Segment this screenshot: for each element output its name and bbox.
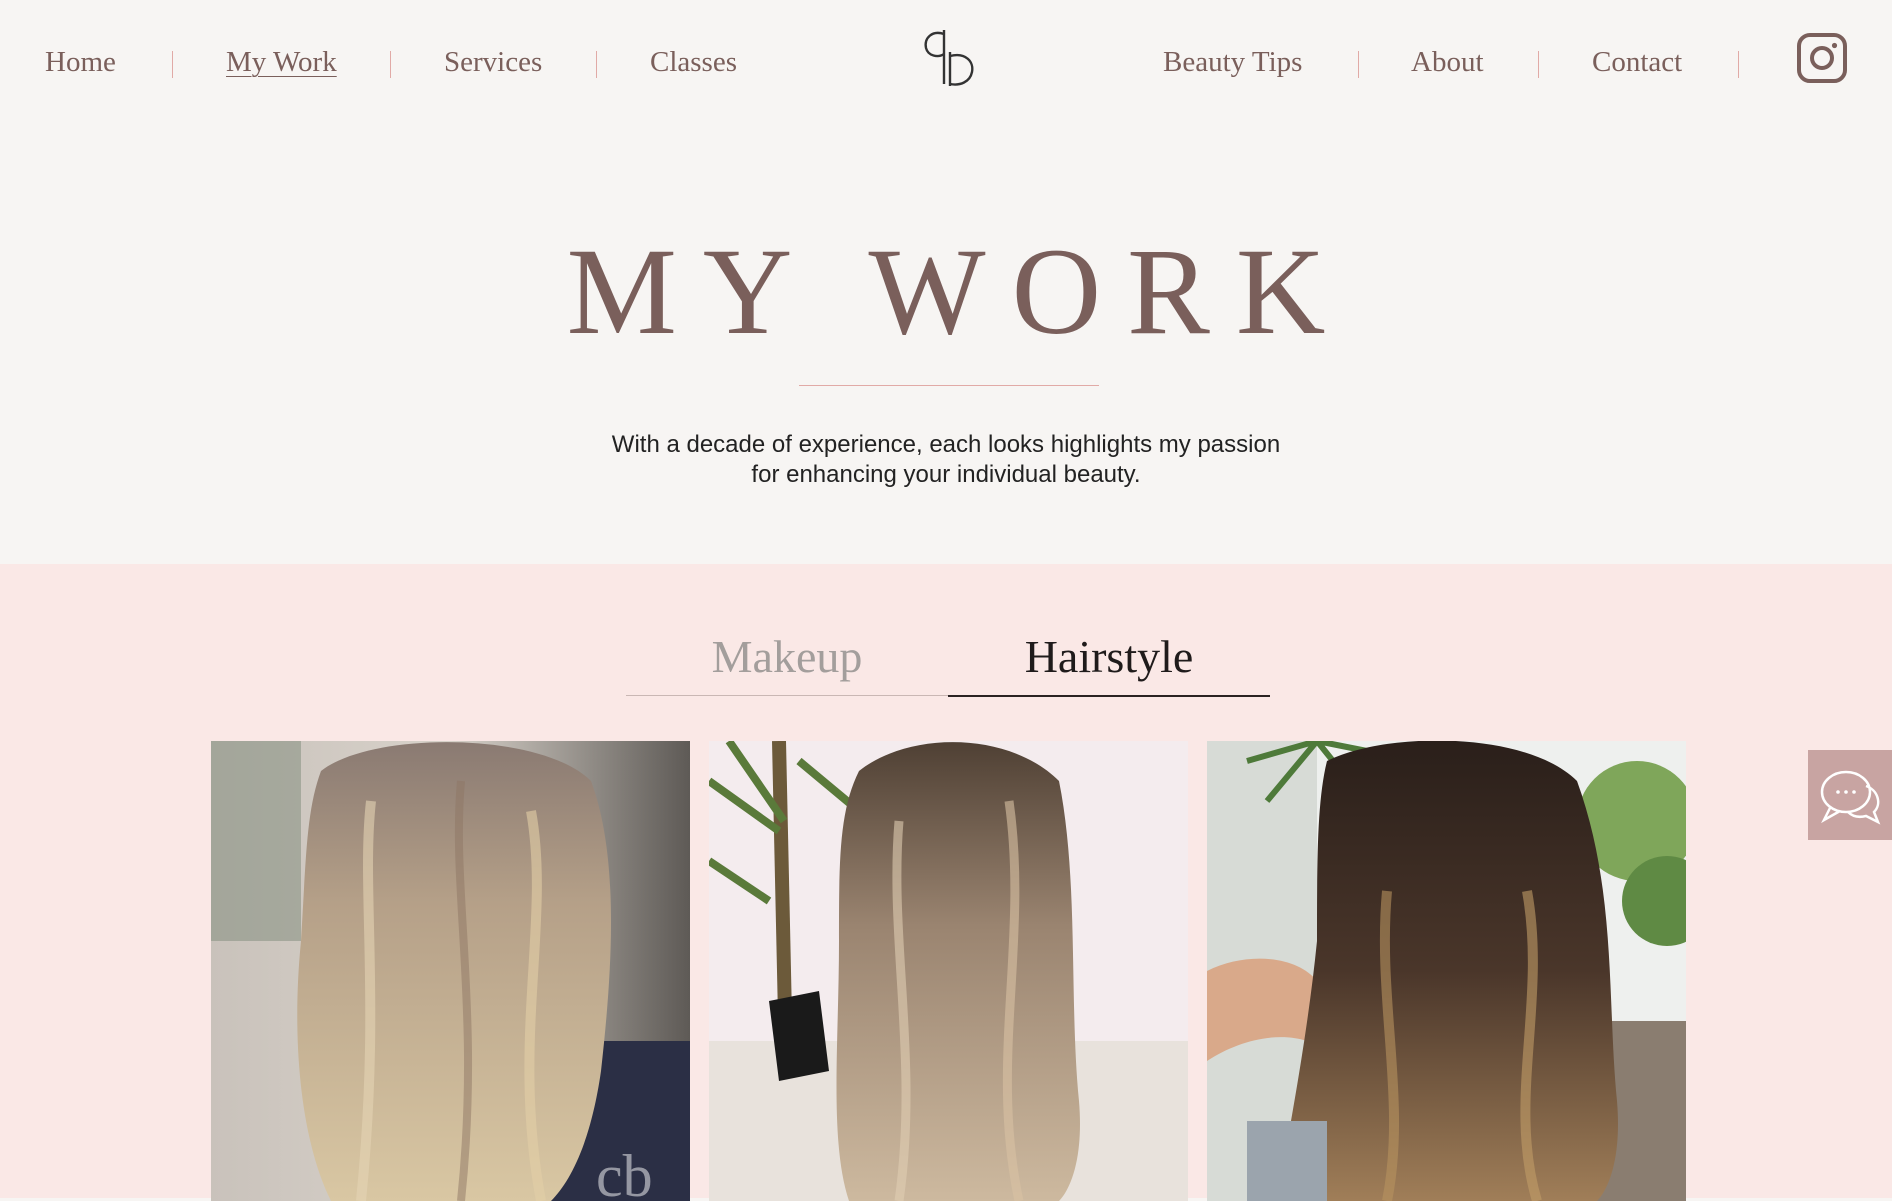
nav-contact[interactable]: Contact — [1592, 46, 1682, 79]
intro-text: With a decade of experience, each looks … — [0, 430, 1892, 490]
nav-separator — [1358, 51, 1359, 78]
gallery-tabs: Makeup Hairstyle — [626, 624, 1270, 697]
nav-services[interactable]: Services — [444, 46, 542, 79]
gallery-photo-2[interactable] — [709, 741, 1188, 1201]
intro-text-line-1: With a decade of experience, each looks … — [611, 431, 1281, 458]
nav-separator — [390, 51, 391, 78]
gallery-photo-3[interactable] — [1207, 741, 1686, 1201]
cb-monogram-logo[interactable] — [918, 26, 978, 90]
title-divider — [799, 385, 1099, 386]
main-nav: Home My Work Services Classes Beauty Tip… — [0, 0, 1892, 130]
nav-separator — [172, 51, 173, 78]
instagram-icon[interactable] — [1796, 32, 1848, 84]
page-title: MY WORK — [566, 223, 1352, 360]
nav-separator — [1738, 51, 1739, 78]
nav-home[interactable]: Home — [45, 46, 116, 79]
intro-text-line-2: for enhancing your individual beauty. — [751, 461, 1141, 488]
chat-bubbles-icon — [1820, 770, 1881, 825]
nav-beauty-tips[interactable]: Beauty Tips — [1163, 46, 1302, 79]
chat-widget-button[interactable] — [1808, 750, 1892, 840]
tab-hairstyle[interactable]: Hairstyle — [948, 624, 1270, 697]
gallery-section: Makeup Hairstyle cb — [0, 564, 1892, 1201]
nav-my-work[interactable]: My Work — [226, 46, 337, 79]
nav-separator — [596, 51, 597, 78]
tab-makeup[interactable]: Makeup — [626, 624, 948, 696]
watermark-logo: cb — [596, 1143, 653, 1201]
nav-separator — [1538, 51, 1539, 78]
nav-about[interactable]: About — [1411, 46, 1484, 79]
nav-classes[interactable]: Classes — [650, 46, 737, 79]
gallery-photo-1[interactable]: cb — [211, 741, 690, 1201]
